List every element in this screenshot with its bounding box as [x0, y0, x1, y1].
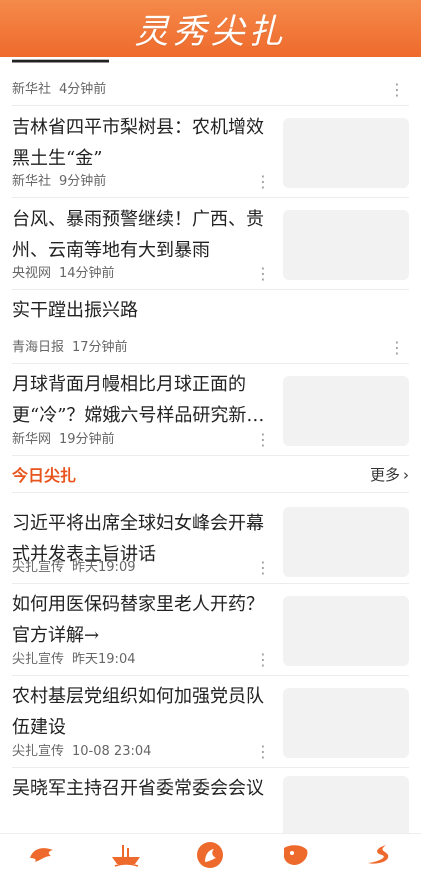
item-source: 青海日报: [12, 340, 65, 355]
more-link[interactable]: 更多 ›: [370, 464, 409, 485]
item-source: 央视网: [12, 266, 52, 281]
item-title: 吉林省四平市梨树县：农机增效黑土生“金”: [12, 117, 264, 169]
more-vertical-icon[interactable]: ⋮: [255, 174, 271, 190]
more-vertical-icon[interactable]: ⋮: [389, 340, 405, 356]
item-thumbnail: [283, 118, 409, 188]
item-source: 新华社: [12, 174, 52, 189]
more-vertical-icon[interactable]: ⋮: [255, 744, 271, 760]
item-meta: 尖扎宣传 昨天19:09: [12, 556, 135, 575]
item-time: 9分钟前: [59, 174, 107, 189]
item-time: 昨天19:09: [72, 560, 136, 575]
portrait-icon[interactable]: [188, 839, 232, 871]
news-feed[interactable]: ▁▁▁▁▁▁▁ 新华社 4分钟前 ⋮ 吉林省四平市梨树县：农机增效黑土生“金” 新…: [0, 57, 421, 833]
app-logo: 灵秀尖扎: [134, 12, 287, 52]
list-item[interactable]: 习近平将出席全球妇女峰会开幕式并发表主旨讲话 尖扎宣传 昨天19:09 ⋮: [12, 492, 409, 584]
item-time: 4分钟前: [59, 82, 107, 97]
bottom-tab-bar: [0, 833, 421, 876]
item-meta: 新华网 19分钟前: [12, 428, 115, 447]
item-source: 尖扎宣传: [12, 652, 65, 667]
item-title: 吴晓军主持召开省委常委会会议: [12, 778, 264, 799]
more-vertical-icon[interactable]: ⋮: [255, 652, 271, 668]
chevron-right-icon: ›: [403, 465, 409, 484]
item-source: 新华网: [12, 432, 52, 447]
river-icon[interactable]: [357, 839, 401, 871]
item-title: 月球背面月幔相比月球正面的更“冷”？嫦娥六号样品研究新…: [12, 374, 265, 426]
list-item[interactable]: 台风、暴雨预警继续！广西、贵州、云南等地有大到暴雨 央视网 14分钟前 ⋮: [12, 198, 409, 290]
item-time: 14分钟前: [59, 266, 115, 281]
item-title-clipped: ▁▁▁▁▁▁▁: [12, 57, 409, 71]
item-meta: 新华社 9分钟前: [12, 170, 106, 189]
list-item[interactable]: 吴晓军主持召开省委常委会会议: [12, 768, 409, 833]
item-meta: 尖扎宣传 昨天19:04: [12, 648, 135, 667]
list-item[interactable]: 吉林省四平市梨树县：农机增效黑土生“金” 新华社 9分钟前 ⋮: [12, 106, 409, 198]
list-item[interactable]: 如何用医保码替家里老人开药？官方详解→ 尖扎宣传 昨天19:04 ⋮: [12, 584, 409, 676]
list-item[interactable]: ▁▁▁▁▁▁▁ 新华社 4分钟前 ⋮: [12, 57, 409, 106]
item-title: 实干蹚出振兴路: [12, 300, 138, 321]
item-source: 尖扎宣传: [12, 744, 65, 759]
item-meta: 青海日报 17分钟前: [12, 336, 128, 355]
culture-boat-icon[interactable]: [104, 839, 148, 871]
item-time: 昨天19:04: [72, 652, 136, 667]
home-dragon-icon[interactable]: [20, 839, 64, 871]
section-title: 今日尖扎: [12, 466, 77, 485]
more-vertical-icon[interactable]: ⋮: [255, 560, 271, 576]
item-source: 新华社: [12, 82, 52, 97]
more-vertical-icon[interactable]: ⋮: [255, 432, 271, 448]
item-thumbnail: [283, 507, 409, 577]
item-thumbnail: [283, 376, 409, 446]
item-meta: 尖扎宣传 10-08 23:04: [12, 740, 151, 759]
section-header: 今日尖扎 更多 ›: [12, 456, 409, 492]
item-title: 农村基层党组织如何加强党员队伍建设: [12, 686, 264, 738]
item-time: 17分钟前: [72, 340, 128, 355]
list-item[interactable]: 实干蹚出振兴路 青海日报 17分钟前 ⋮: [12, 290, 409, 364]
item-time: 10-08 23:04: [72, 744, 152, 759]
item-thumbnail: [283, 688, 409, 758]
more-vertical-icon[interactable]: ⋮: [389, 82, 405, 98]
item-meta: 新华社 4分钟前: [12, 78, 106, 97]
more-label: 更多: [369, 465, 400, 484]
item-thumbnail: [283, 596, 409, 666]
item-thumbnail: [283, 210, 409, 280]
item-source: 尖扎宣传: [12, 560, 65, 575]
more-vertical-icon[interactable]: ⋮: [255, 266, 271, 282]
list-item[interactable]: 月球背面月幔相比月球正面的更“冷”？嫦娥六号样品研究新… 新华网 19分钟前 ⋮: [12, 364, 409, 456]
item-title: 如何用医保码替家里老人开药？官方详解→: [12, 594, 264, 646]
item-time: 19分钟前: [59, 432, 115, 447]
item-thumbnail: [283, 776, 409, 833]
item-meta: 央视网 14分钟前: [12, 262, 115, 281]
item-title: 台风、暴雨预警继续！广西、贵州、云南等地有大到暴雨: [12, 209, 264, 261]
list-item[interactable]: 农村基层党组织如何加强党员队伍建设 尖扎宣传 10-08 23:04 ⋮: [12, 676, 409, 768]
app-header: 灵秀尖扎: [0, 0, 421, 57]
service-icon[interactable]: [273, 839, 317, 871]
